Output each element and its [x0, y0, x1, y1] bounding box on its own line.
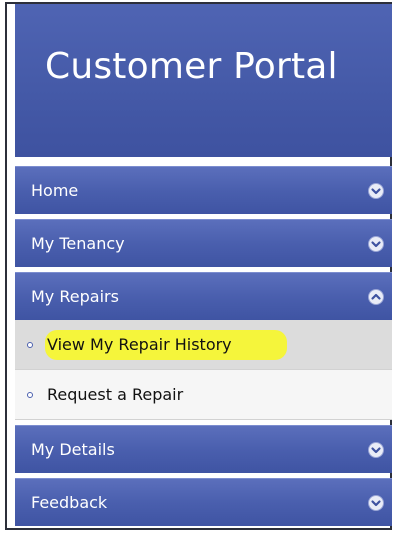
repairs-submenu: View My Repair History Request a Repair [15, 320, 392, 420]
chevron-up-icon[interactable] [368, 289, 384, 305]
menu-item-label: Home [31, 181, 79, 200]
chevron-down-icon[interactable] [368, 495, 384, 511]
menu-item-label: Feedback [31, 493, 108, 512]
portal-menu: Home My Tenancy My Repairs View My Repai… [15, 166, 392, 531]
chevron-down-icon[interactable] [368, 236, 384, 252]
portal-header: Customer Portal [15, 4, 392, 157]
submenu-item-label: View My Repair History [47, 335, 232, 354]
menu-item-label: My Tenancy [31, 234, 125, 253]
submenu-item-view-repair-history[interactable]: View My Repair History [15, 320, 392, 370]
bullet-icon [27, 342, 33, 348]
page-title: Customer Portal [45, 46, 338, 87]
chevron-down-icon[interactable] [368, 183, 384, 199]
menu-item-home[interactable]: Home [15, 166, 392, 214]
bullet-icon [27, 392, 33, 398]
submenu-item-label: Request a Repair [47, 385, 184, 404]
chevron-down-icon[interactable] [368, 442, 384, 458]
portal-frame: Customer Portal Home My Tenancy My Repai… [5, 2, 392, 530]
menu-item-my-details[interactable]: My Details [15, 425, 392, 473]
menu-item-my-tenancy[interactable]: My Tenancy [15, 219, 392, 267]
menu-item-my-repairs[interactable]: My Repairs [15, 272, 392, 320]
menu-item-feedback[interactable]: Feedback [15, 478, 392, 526]
menu-item-label: My Details [31, 440, 115, 459]
menu-item-label: My Repairs [31, 287, 119, 306]
submenu-item-request-repair[interactable]: Request a Repair [15, 370, 392, 420]
